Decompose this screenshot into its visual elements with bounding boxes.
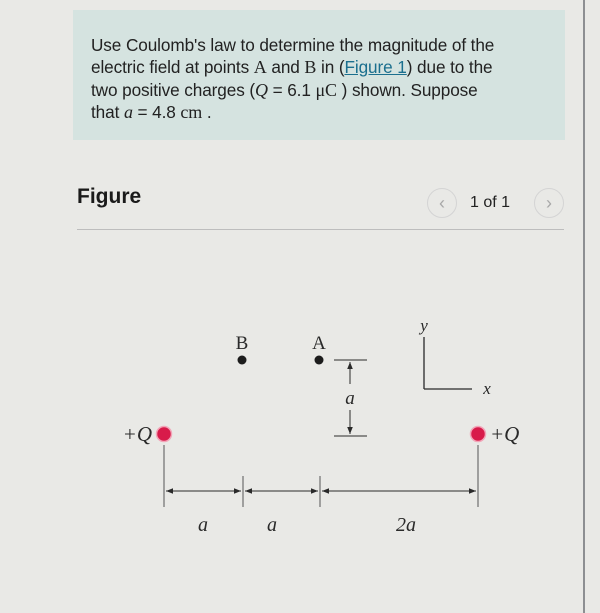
charge-diagram: B A a y x +Q +Q a a 2a <box>123 316 520 536</box>
point-b-label: B <box>236 333 249 354</box>
segment-3-label: 2a <box>396 514 416 536</box>
point-b-dot <box>237 355 247 365</box>
segment-2-label: a <box>267 514 277 536</box>
y-axis-label: y <box>418 316 428 335</box>
right-charge <box>469 425 487 443</box>
point-a-label: A <box>312 333 326 354</box>
point-a-dot <box>314 355 324 365</box>
right-charge-label: +Q <box>490 422 519 446</box>
segment-1-label: a <box>198 514 208 536</box>
left-charge <box>155 425 173 443</box>
vertical-distance-label: a <box>345 388 355 409</box>
left-charge-label: +Q <box>123 422 152 446</box>
x-axis-label: x <box>482 379 491 398</box>
